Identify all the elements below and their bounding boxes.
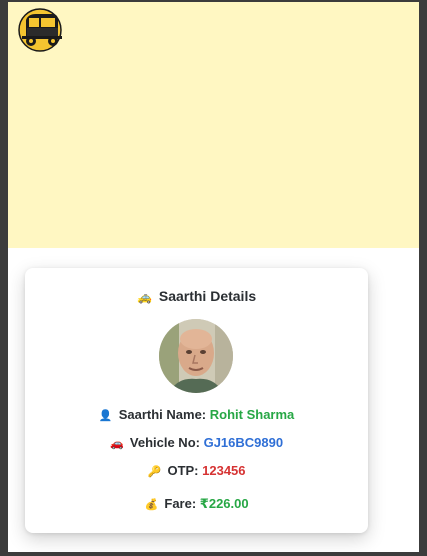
vehicle-number-row: 🚗 Vehicle No: GJ16BC9890 bbox=[25, 435, 368, 450]
map-area[interactable] bbox=[8, 2, 419, 248]
auto-rickshaw-logo-icon bbox=[18, 8, 66, 52]
app-frame: 🚕 Saarthi Details 👤 Saarthi Name: Rohit Sh… bbox=[0, 0, 427, 556]
card-title: 🚕 Saarthi Details bbox=[25, 288, 368, 304]
otp-row: 🔑 OTP: 123456 bbox=[25, 463, 368, 478]
saarthi-name-row: 👤 Saarthi Name: Rohit Sharma bbox=[25, 407, 368, 422]
person-icon: 👤 bbox=[98, 410, 113, 422]
car-icon: 🚗 bbox=[110, 438, 124, 450]
key-icon: 🔑 bbox=[147, 466, 162, 478]
otp-label: OTP: bbox=[167, 463, 199, 478]
otp-value: 123456 bbox=[202, 463, 246, 478]
fare-value: ₹226.00 bbox=[199, 496, 249, 511]
money-bag-icon: 💰 bbox=[144, 499, 159, 511]
driver-avatar bbox=[159, 319, 233, 393]
frame-border-right bbox=[419, 0, 427, 556]
fare-row: 💰 Fare: ₹226.00 bbox=[25, 496, 368, 512]
saarthi-details-card: 🚕 Saarthi Details 👤 Saarthi Name: Rohit Sh… bbox=[25, 268, 368, 533]
saarthi-name-label: Saarthi Name: bbox=[118, 407, 207, 422]
frame-border-bottom bbox=[0, 552, 427, 556]
frame-border-top bbox=[0, 0, 427, 2]
saarthi-name-value: Rohit Sharma bbox=[209, 407, 295, 422]
taxi-icon: 🚕 bbox=[137, 290, 153, 304]
frame-border-left bbox=[0, 0, 8, 556]
vehicle-number-value: GJ16BC9890 bbox=[203, 435, 284, 450]
vehicle-number-label: Vehicle No: bbox=[129, 435, 200, 450]
fare-label: Fare: bbox=[164, 496, 197, 511]
card-title-text: Saarthi Details bbox=[158, 288, 257, 304]
